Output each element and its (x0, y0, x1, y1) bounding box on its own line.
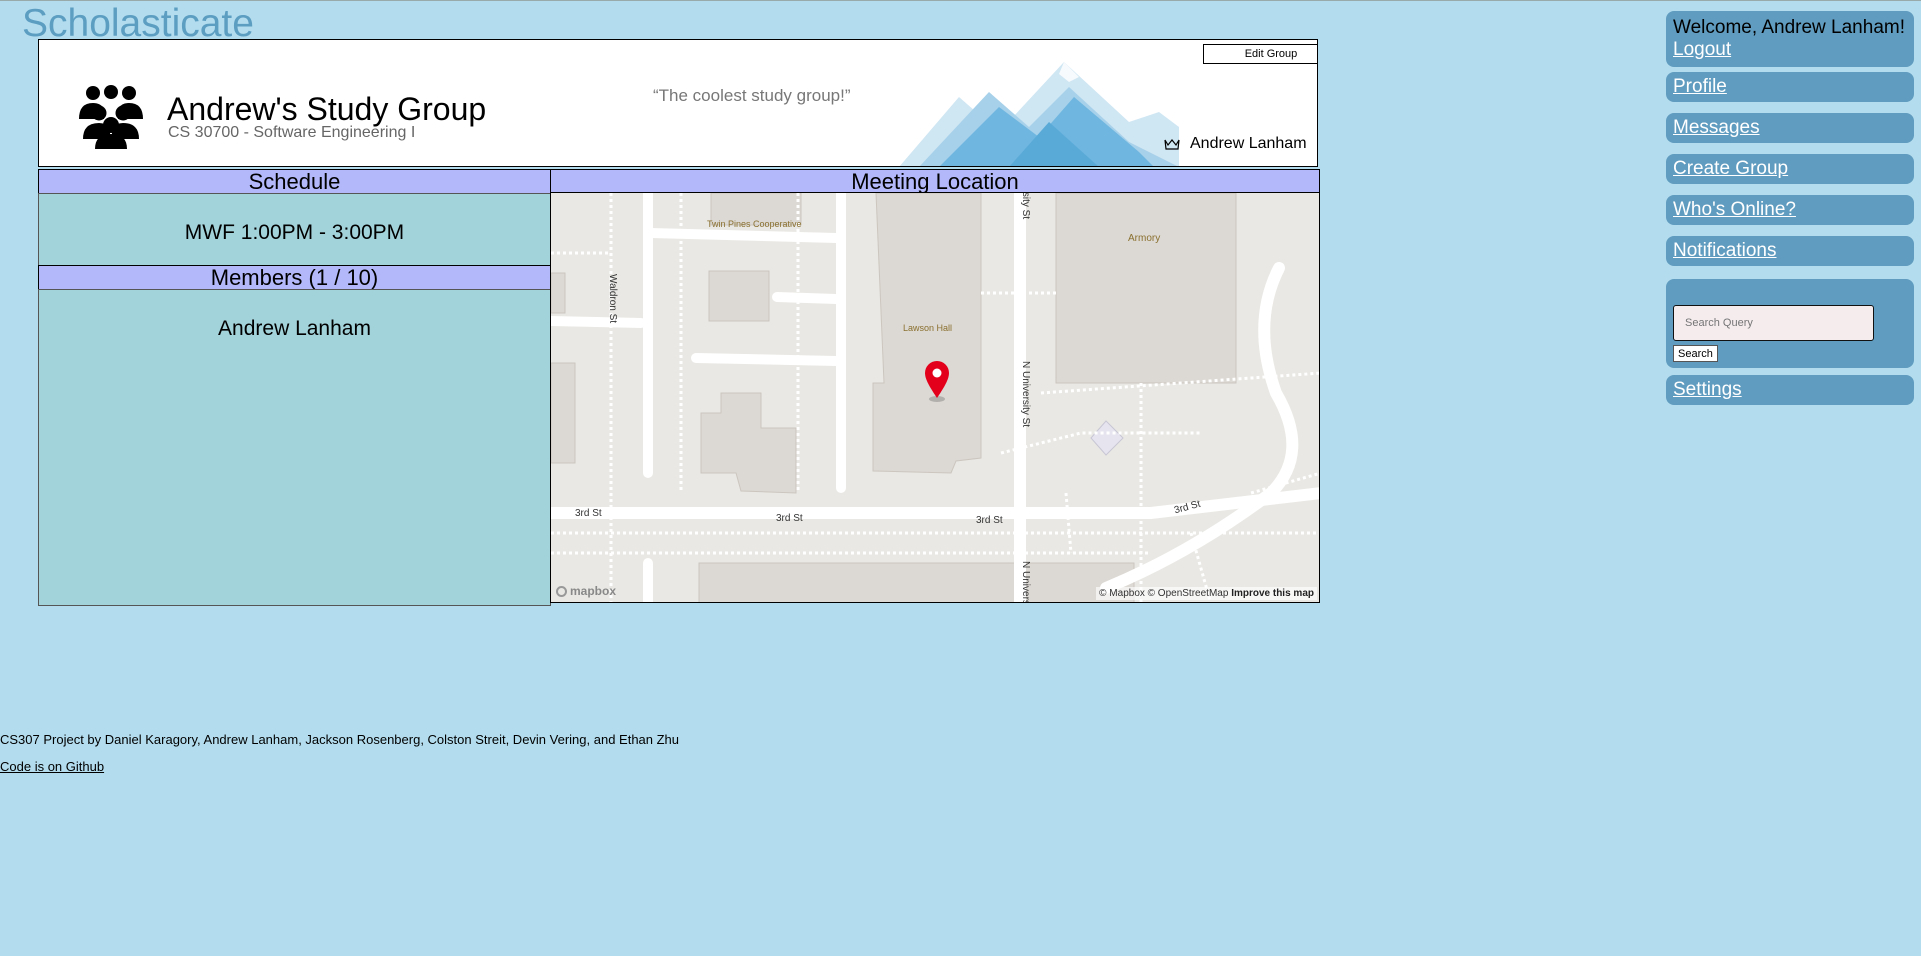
map-label-n-university-st-mid: N University St (1020, 361, 1031, 428)
map-label-n-university-st-bottom: N University St (1020, 561, 1031, 603)
logout-link[interactable]: Logout (1673, 39, 1731, 60)
map-label-3rd-st: 3rd St (776, 513, 803, 524)
map-label-3rd-st: 3rd St (575, 508, 602, 519)
map-label-n-university-st-top: N University St (1020, 193, 1031, 219)
map-label-armory: Armory (1128, 233, 1161, 244)
meeting-location-map[interactable]: Twin Pines Cooperative Armory Lawson Hal… (550, 192, 1320, 603)
edit-group-button[interactable]: Edit Group (1203, 44, 1317, 64)
mapbox-ring-icon (556, 585, 567, 597)
group-owner: Andrew Lanham (1164, 135, 1307, 153)
members-heading: Members (1 / 10) (38, 265, 551, 290)
crown-icon (1164, 139, 1180, 150)
map-label-lawson-hall: Lawson Hall (903, 323, 953, 333)
group-header: Edit Group Andrew's Study Group CS 30700… (38, 39, 1318, 167)
messages-link[interactable]: Messages (1673, 117, 1760, 138)
owner-name: Andrew Lanham (1190, 135, 1307, 152)
nav-settings: Settings (1666, 375, 1914, 405)
profile-link[interactable]: Profile (1673, 76, 1727, 97)
map-label-waldron-st: Waldron St (607, 274, 618, 324)
project-credits: CS307 Project by Daniel Karagory, Andrew… (0, 732, 680, 747)
member-item[interactable]: Andrew Lanham (39, 317, 550, 341)
top-border (0, 0, 1921, 1)
course-name: CS 30700 - Software Engineering I (168, 124, 416, 141)
group-name: Andrew's Study Group (167, 91, 487, 127)
improve-map-link[interactable]: Improve this map (1231, 588, 1314, 599)
meeting-location-heading: Meeting Location (550, 169, 1320, 194)
group-tagline: “The coolest study group!” (653, 86, 851, 105)
map-label-twin-pines: Twin Pines Cooperative (707, 219, 802, 229)
members-panel: Andrew Lanham (38, 289, 551, 606)
nav-notifications: Notifications (1666, 236, 1914, 266)
welcome-box: Welcome, Andrew Lanham! Logout (1666, 11, 1914, 67)
welcome-text: Welcome, Andrew Lanham! (1673, 17, 1905, 38)
map-attribution: © Mapbox © OpenStreetMap Improve this ma… (1096, 587, 1317, 600)
nav-whos-online: Who's Online? (1666, 195, 1914, 225)
nav-messages: Messages (1666, 113, 1914, 143)
schedule-panel: MWF 1:00PM - 3:00PM (38, 193, 551, 266)
create-group-link[interactable]: Create Group (1673, 158, 1788, 179)
search-box: Search (1666, 279, 1914, 368)
map-tiles[interactable] (551, 193, 1320, 603)
nav-create-group: Create Group (1666, 154, 1914, 184)
mapbox-logo[interactable]: mapbox (556, 584, 616, 598)
map-label-3rd-st: 3rd St (976, 515, 1003, 526)
notifications-link[interactable]: Notifications (1673, 240, 1777, 261)
mountain-banner-image (899, 62, 1179, 166)
whos-online-link[interactable]: Who's Online? (1673, 199, 1796, 220)
search-input[interactable] (1673, 305, 1874, 341)
nav-profile: Profile (1666, 72, 1914, 102)
group-icon (79, 85, 143, 149)
github-link[interactable]: Code is on Github (0, 759, 104, 774)
search-button[interactable]: Search (1673, 345, 1718, 362)
settings-link[interactable]: Settings (1673, 379, 1742, 400)
schedule-heading: Schedule (38, 169, 551, 194)
map-attribution-text[interactable]: © Mapbox © OpenStreetMap (1099, 588, 1228, 599)
schedule-time: MWF 1:00PM - 3:00PM (184, 221, 405, 244)
